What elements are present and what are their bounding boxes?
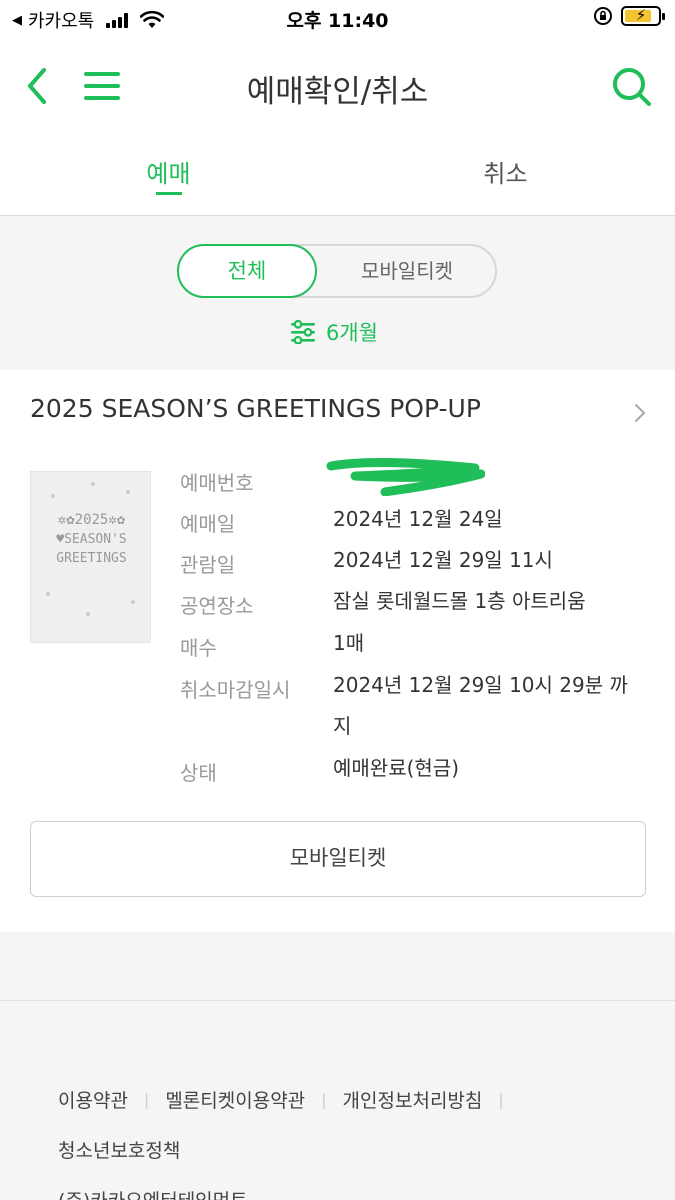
company-name: (주)카카오엔터테인먼트 [58, 1186, 248, 1200]
footer-separator: | [143, 1090, 150, 1109]
status-label: 상태 [180, 761, 217, 785]
filter-sliders-icon [291, 320, 315, 344]
footer-link-privacy-policy[interactable]: 개인정보처리방침 [343, 1086, 483, 1113]
footer-divider [0, 1000, 675, 1001]
cancel-deadline-value: 2024년 12월 29일 10시 29분 까지 [333, 673, 628, 738]
venue-label: 공연장소 [180, 594, 254, 618]
quantity-value: 1매 [333, 631, 365, 655]
poster-line-1: ✲✿2025✲✿ [57, 512, 126, 528]
booking-date-label: 예매일 [180, 512, 236, 536]
rotation-lock-icon [594, 7, 612, 25]
segment-all[interactable]: 전체 [177, 244, 317, 298]
status-bar: ◀ 카카오톡 오후 11:40 ⚡ [0, 0, 675, 36]
footer-separator: | [498, 1090, 504, 1109]
ticket-type-segment: 모바일티켓 전체 [177, 244, 497, 298]
booking-date-value: 2024년 12월 24일 [333, 507, 503, 531]
footer-link-melon-ticket-terms[interactable]: 멜론티켓이용약관 [165, 1086, 305, 1113]
poster-line-2: ♥SEASON'S [56, 532, 127, 547]
booking-card: 2025 SEASON’S GREETINGS POP-UP ✲✿2025✲✿ … [0, 370, 675, 932]
event-title[interactable]: 2025 SEASON’S GREETINGS POP-UP [30, 394, 481, 423]
booking-number-label: 예매번호 [180, 471, 254, 495]
status-value: 예매완료(현금) [333, 756, 460, 780]
poster-line-3: GREETINGS [56, 551, 127, 566]
mobile-ticket-button[interactable]: 모바일티켓 [30, 821, 646, 897]
event-poster-image: ✲✿2025✲✿ ♥SEASON'S GREETINGS [30, 471, 151, 643]
footer-link-youth-protection[interactable]: 청소년보호정책 [58, 1136, 180, 1163]
period-filter-button[interactable]: 6개월 [290, 317, 378, 347]
search-icon[interactable] [611, 66, 653, 108]
viewing-date-value: 2024년 12월 29일 11시 [333, 548, 553, 572]
cancel-deadline-label: 취소마감일시 [180, 678, 291, 702]
app-header: 예매확인/취소 [0, 36, 675, 136]
booking-number-redaction [326, 458, 485, 496]
viewing-date-label: 관람일 [180, 553, 236, 577]
status-right: ⚡ [593, 6, 665, 26]
period-filter-label: 6개월 [326, 321, 379, 345]
tab-bar: 예매 취소 [0, 136, 675, 216]
footer-link-terms[interactable]: 이용약관 [58, 1086, 128, 1113]
clock: 오후 11:40 [286, 10, 389, 32]
tab-reservation[interactable]: 예매 [0, 136, 337, 216]
page-title: 예매확인/취소 [246, 74, 429, 110]
venue-value: 잠실 롯데월드몰 1층 아트리움 [333, 589, 586, 613]
footer-separator: | [321, 1090, 327, 1109]
battery-icon: ⚡ [621, 6, 665, 26]
tab-cancellation[interactable]: 취소 [337, 136, 674, 216]
footer-links: 이용약관 | 멜론티켓이용약관 | 개인정보처리방침 | [58, 1086, 520, 1113]
active-tab-indicator [156, 192, 182, 195]
segment-mobile-ticket[interactable]: 모바일티켓 [319, 246, 495, 296]
filter-area: 모바일티켓 전체 6개월 [0, 217, 675, 369]
quantity-label: 매수 [180, 636, 217, 660]
chevron-right-icon[interactable] [633, 402, 647, 424]
